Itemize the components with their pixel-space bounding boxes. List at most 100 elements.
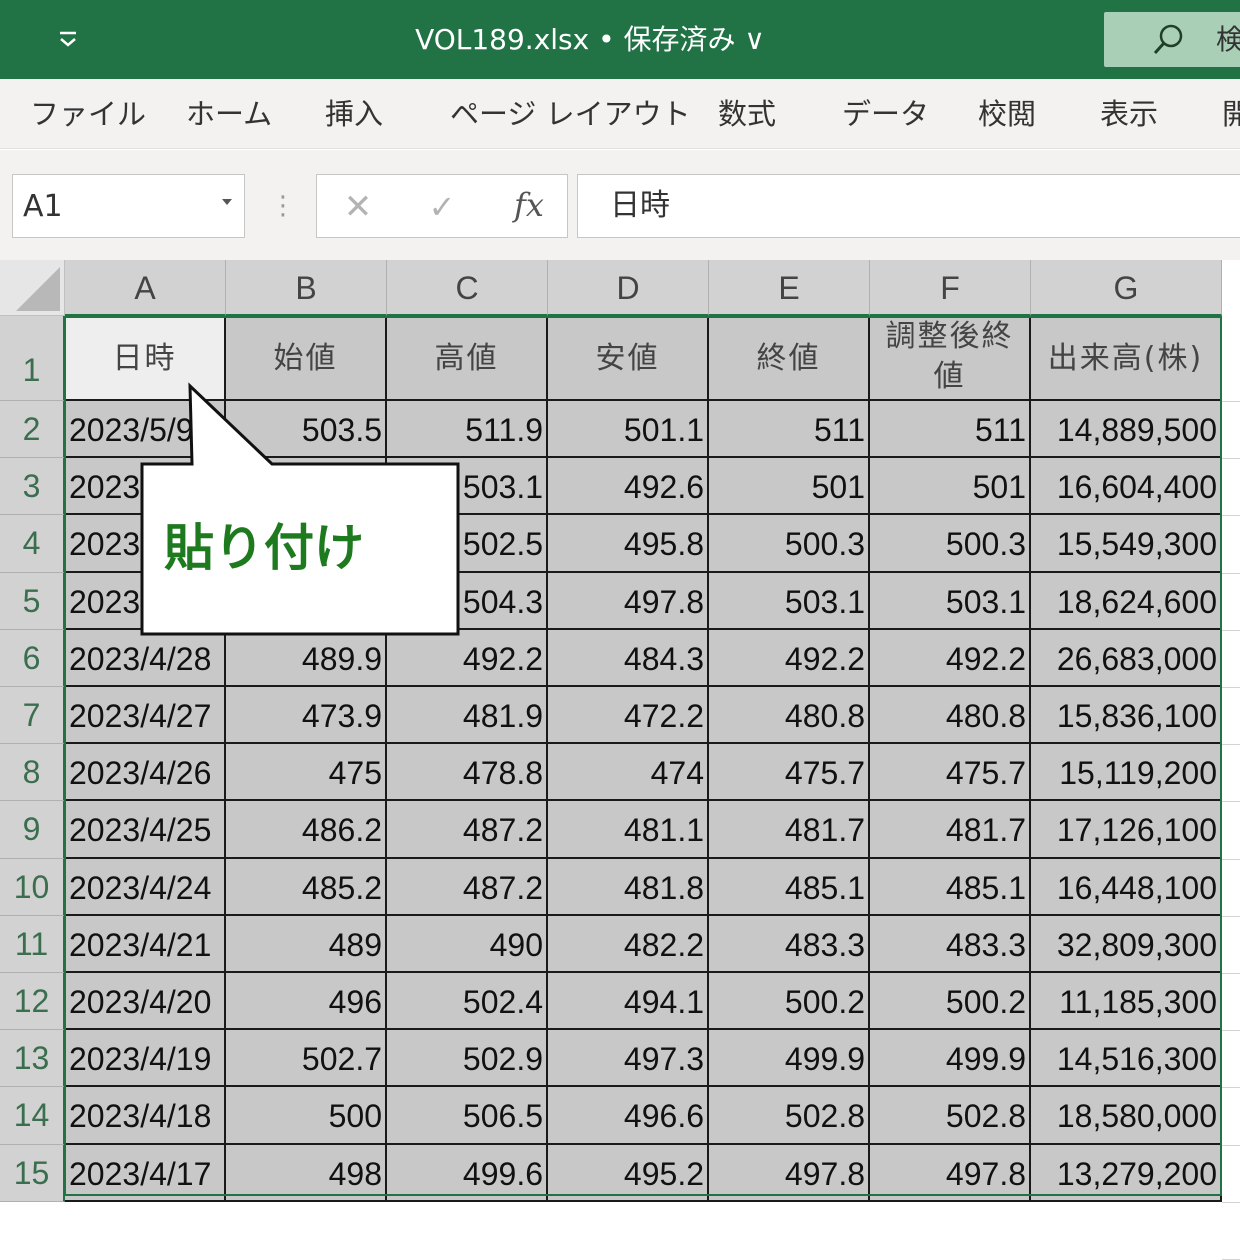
cell-a11[interactable]: 2023/4/21 [65,915,226,973]
row-header-7[interactable]: 7 [0,687,65,745]
cell-f10[interactable]: 485.1 [870,858,1031,916]
cell-c1[interactable]: 高値 [387,316,548,401]
cell-e3[interactable]: 501 [709,458,870,516]
formula-input[interactable]: 日時 [577,174,1240,238]
cell-c9[interactable]: 487.2 [387,801,548,859]
cell-c15[interactable]: 499.6 [387,1144,548,1202]
cell-g1[interactable]: 出来高(株) [1031,316,1222,401]
cell-f8[interactable]: 475.7 [870,744,1031,802]
cell-g4[interactable]: 15,549,300 [1031,515,1222,573]
cell-g12[interactable]: 11,185,300 [1031,973,1222,1031]
cell-d4[interactable]: 495.8 [548,515,709,573]
column-header-b[interactable]: B [226,260,387,316]
select-all-button[interactable] [0,260,65,316]
cell-c4[interactable]: 502.5 [387,515,548,573]
dropdown-arrow-icon[interactable] [222,199,232,205]
cell-e2[interactable]: 511 [709,401,870,459]
cell-a13[interactable]: 2023/4/19 [65,1030,226,1088]
cell-d1[interactable]: 安値 [548,316,709,401]
cell-d2[interactable]: 501.1 [548,401,709,459]
cell-d7[interactable]: 472.2 [548,687,709,745]
cell-b2[interactable]: 503.5 [226,401,387,459]
cell-c10[interactable]: 487.2 [387,858,548,916]
quick-access-customize-icon[interactable] [55,20,81,56]
cell-b13[interactable]: 502.7 [226,1030,387,1088]
cell-d12[interactable]: 494.1 [548,973,709,1031]
ribbon-tab[interactable]: データ [842,91,929,137]
cell-c11[interactable]: 490 [387,915,548,973]
cell-a5[interactable]: 2023 [65,572,226,630]
cell-e1[interactable]: 終値 [709,316,870,401]
name-box[interactable]: A1 [12,174,245,238]
column-header-a[interactable]: A [65,260,226,316]
cell-g11[interactable]: 32,809,300 [1031,915,1222,973]
row-header-4[interactable]: 4 [0,515,65,573]
cell-b7[interactable]: 473.9 [226,687,387,745]
row-header-14[interactable]: 14 [0,1087,65,1145]
cell-g2[interactable]: 14,889,500 [1031,401,1222,459]
insert-function-icon[interactable]: fx [509,185,549,225]
cell-c5[interactable]: 504.3 [387,572,548,630]
cell-c14[interactable]: 506.5 [387,1087,548,1145]
ribbon-tab[interactable]: ホーム [186,91,272,137]
cell-b3[interactable] [226,458,387,516]
cell-d14[interactable]: 496.6 [548,1087,709,1145]
cell-f11[interactable]: 483.3 [870,915,1031,973]
cell-f6[interactable]: 492.2 [870,629,1031,687]
more-options-icon[interactable]: ⋮ [270,190,296,222]
cell-e11[interactable]: 483.3 [709,915,870,973]
cell-e9[interactable]: 481.7 [709,801,870,859]
cell-a9[interactable]: 2023/4/25 [65,801,226,859]
cell-a3[interactable]: 2023 [65,458,226,516]
cell-f9[interactable]: 481.7 [870,801,1031,859]
cell-d3[interactable]: 492.6 [548,458,709,516]
cell-d10[interactable]: 481.8 [548,858,709,916]
row-header-15[interactable]: 15 [0,1144,65,1202]
cell-b4[interactable] [226,515,387,573]
column-header-f[interactable]: F [870,260,1031,316]
row-header-10[interactable]: 10 [0,858,65,916]
cell-a10[interactable]: 2023/4/24 [65,858,226,916]
cell-a4[interactable]: 2023 [65,515,226,573]
cell-g13[interactable]: 14,516,300 [1031,1030,1222,1088]
column-header-g[interactable]: G [1031,260,1222,316]
ribbon-tab[interactable]: ページ レイアウト [450,91,691,137]
cell-f7[interactable]: 480.8 [870,687,1031,745]
cell-f14[interactable]: 502.8 [870,1087,1031,1145]
cell-f5[interactable]: 503.1 [870,572,1031,630]
ribbon-tab[interactable]: 数式 [718,91,776,137]
cell-b12[interactable]: 496 [226,973,387,1031]
cell-c12[interactable]: 502.4 [387,973,548,1031]
cell-g6[interactable]: 26,683,000 [1031,629,1222,687]
cell-a2[interactable]: 2023/5/9 [65,401,226,459]
cell-b9[interactable]: 486.2 [226,801,387,859]
column-header-e[interactable]: E [709,260,870,316]
cancel-icon[interactable]: ✕ [341,187,375,227]
cell-f12[interactable]: 500.2 [870,973,1031,1031]
cell-e7[interactable]: 480.8 [709,687,870,745]
cell-b8[interactable]: 475 [226,744,387,802]
cell-d13[interactable]: 497.3 [548,1030,709,1088]
cell-b10[interactable]: 485.2 [226,858,387,916]
cell-a1[interactable]: 日時 [65,316,226,401]
row-header-9[interactable]: 9 [0,801,65,859]
row-header-12[interactable]: 12 [0,973,65,1031]
column-header-d[interactable]: D [548,260,709,316]
cell-a14[interactable]: 2023/4/18 [65,1087,226,1145]
cell-g3[interactable]: 16,604,400 [1031,458,1222,516]
cell-e12[interactable]: 500.2 [709,973,870,1031]
cell-a6[interactable]: 2023/4/28 [65,629,226,687]
cell-g8[interactable]: 15,119,200 [1031,744,1222,802]
ribbon-tab[interactable]: 開 [1222,91,1240,137]
cell-g14[interactable]: 18,580,000 [1031,1087,1222,1145]
cell-b15[interactable]: 498 [226,1144,387,1202]
row-header-1[interactable]: 1 [0,316,65,401]
ribbon-tab[interactable]: 挿入 [325,91,383,137]
cell-e15[interactable]: 497.8 [709,1144,870,1202]
cell-e4[interactable]: 500.3 [709,515,870,573]
cell-e10[interactable]: 485.1 [709,858,870,916]
ribbon-tab[interactable]: ファイル [30,91,146,137]
cell-c3[interactable]: 503.1 [387,458,548,516]
cell-g7[interactable]: 15,836,100 [1031,687,1222,745]
row-header-13[interactable]: 13 [0,1030,65,1088]
